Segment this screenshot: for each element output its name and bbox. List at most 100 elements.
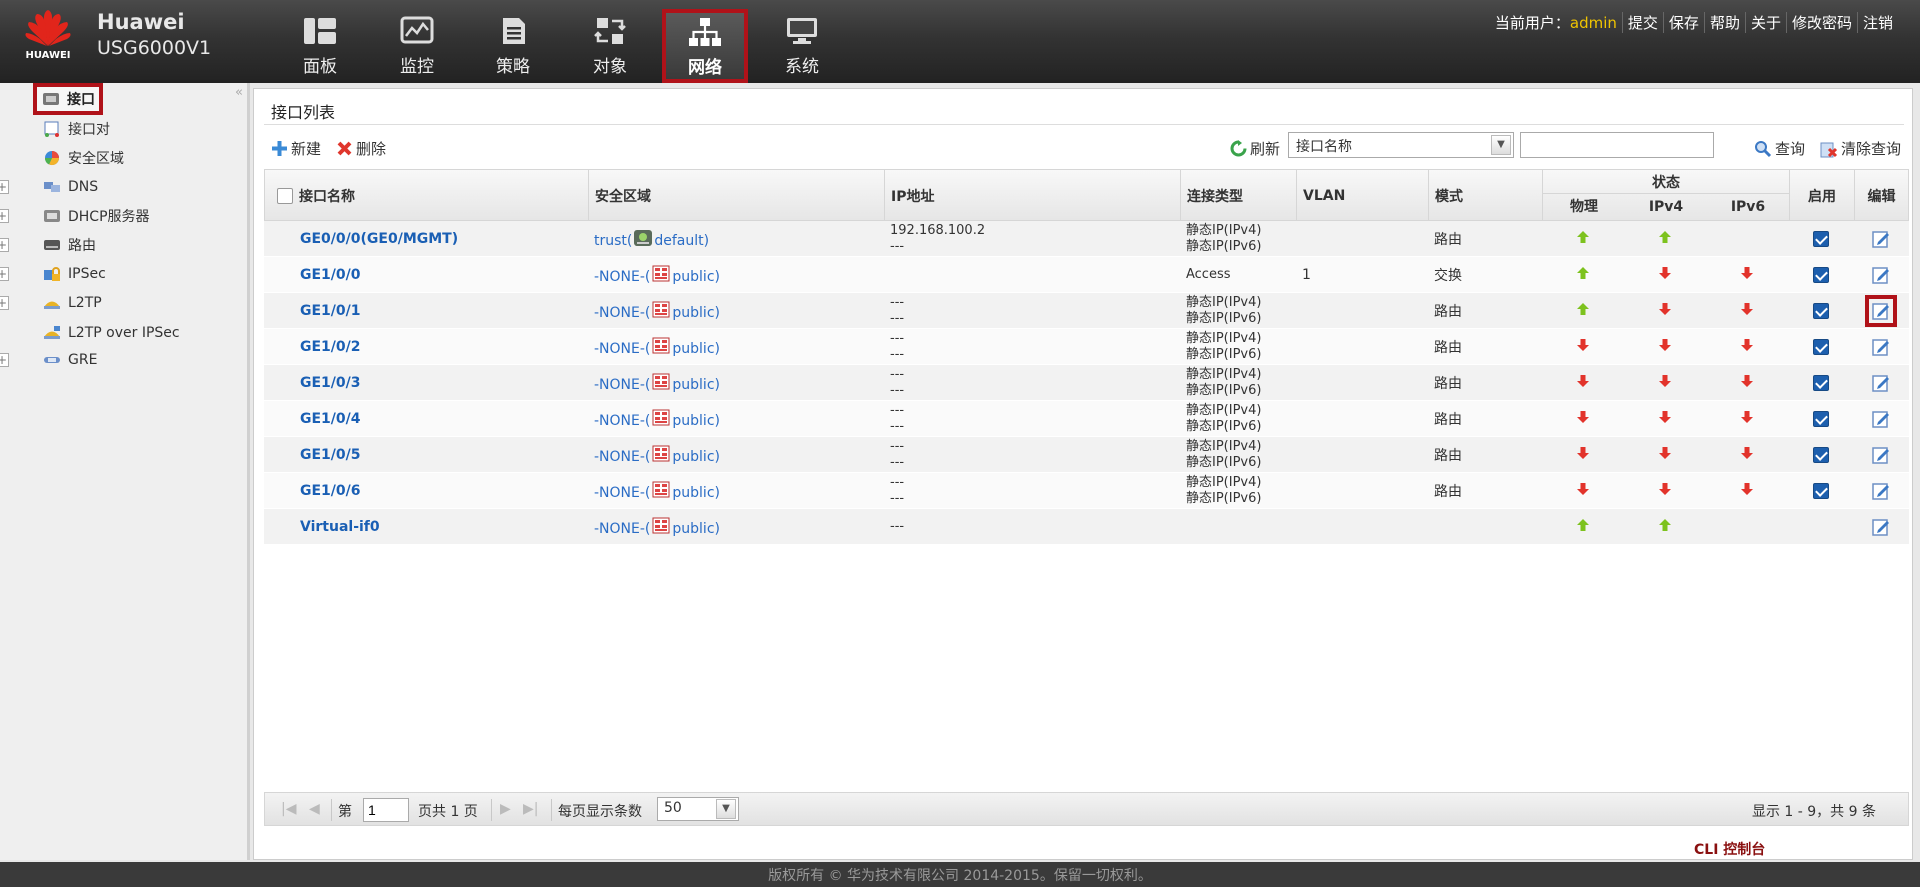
col-header-zone[interactable]: 安全区域: [589, 170, 885, 222]
table-row[interactable]: GE1/0/4 -NONE-(public) --- --- 静态IP(IPv4) 静态I…: [264, 401, 1909, 437]
enable-checkbox[interactable]: [1813, 483, 1829, 499]
expand-icon[interactable]: +: [0, 296, 9, 310]
commit-link[interactable]: 提交: [1621, 12, 1663, 33]
edit-icon[interactable]: [1871, 409, 1891, 429]
refresh-button-label: 刷新: [1250, 140, 1281, 158]
zone-link[interactable]: -NONE-(public): [594, 301, 720, 321]
expand-icon[interactable]: +: [0, 180, 9, 194]
edit-icon[interactable]: [1871, 373, 1891, 393]
table-row[interactable]: GE1/0/6 -NONE-(public) --- --- 静态IP(IPv4) 静态I…: [264, 473, 1909, 509]
collapse-sidebar-button[interactable]: «: [235, 85, 243, 100]
interface-name-link[interactable]: GE1/0/3: [300, 375, 361, 391]
cli-console-link[interactable]: CLI 控制台: [1694, 839, 1765, 859]
col-header-vlan[interactable]: VLAN: [1297, 170, 1429, 222]
enable-checkbox[interactable]: [1813, 339, 1829, 355]
delete-button-label: 删除: [356, 140, 387, 158]
nav-network[interactable]: 网络: [662, 9, 748, 83]
zone-link[interactable]: -NONE-(public): [594, 481, 720, 501]
enable-checkbox[interactable]: [1813, 447, 1829, 463]
sidebar-item-dns[interactable]: + DNS: [0, 175, 98, 199]
table-row[interactable]: GE1/0/0 -NONE-(public) Access 1 交换: [264, 257, 1909, 293]
enable-checkbox[interactable]: [1813, 267, 1829, 283]
table-row[interactable]: GE1/0/2 -NONE-(public) --- --- 静态IP(IPv4) 静态I…: [264, 329, 1909, 365]
zone-link[interactable]: -NONE-(public): [594, 517, 720, 537]
sidebar-item-l2tp[interactable]: + L2TP: [0, 291, 102, 315]
last-page-button[interactable]: ▶|: [523, 801, 538, 817]
interface-name-link[interactable]: GE1/0/2: [300, 339, 361, 355]
cell-zone: -NONE-(public): [588, 401, 884, 437]
edit-icon[interactable]: [1871, 229, 1891, 249]
enable-checkbox[interactable]: [1813, 231, 1829, 247]
zone-link[interactable]: -NONE-(public): [594, 337, 720, 357]
sidebar-item-interface-pair[interactable]: 接口对: [43, 117, 110, 141]
nav-object[interactable]: 对象: [570, 12, 650, 80]
enable-checkbox[interactable]: [1813, 411, 1829, 427]
page-number-input[interactable]: [363, 798, 409, 822]
nav-monitor[interactable]: 监控: [377, 12, 457, 80]
sidebar-item-label: 接口对: [68, 122, 110, 138]
enable-checkbox[interactable]: [1813, 303, 1829, 319]
edit-icon[interactable]: [1871, 445, 1891, 465]
table-row[interactable]: GE1/0/1 -NONE-(public) --- --- 静态IP(IPv4) 静态I…: [264, 293, 1909, 329]
select-all-checkbox[interactable]: [277, 188, 293, 204]
sidebar-item-dhcp[interactable]: + DHCP服务器: [0, 204, 150, 228]
interface-name-link[interactable]: GE0/0/0(GE0/MGMT): [300, 231, 458, 247]
interface-name-link[interactable]: GE1/0/6: [300, 483, 361, 499]
sidebar-item-security-zone[interactable]: 安全区域: [43, 146, 124, 170]
new-button[interactable]: 新建: [271, 138, 321, 159]
ipv4-address: ---: [890, 519, 905, 534]
edit-icon[interactable]: [1871, 481, 1891, 501]
about-link[interactable]: 关于: [1744, 12, 1786, 33]
expand-icon[interactable]: +: [0, 209, 9, 223]
expand-icon[interactable]: +: [0, 267, 9, 281]
interface-name-link[interactable]: GE1/0/4: [300, 411, 361, 427]
expand-icon[interactable]: +: [0, 238, 9, 252]
next-page-button[interactable]: ▶: [500, 801, 511, 817]
edit-icon[interactable]: [1864, 295, 1897, 327]
col-header-ip[interactable]: IP地址: [885, 170, 1181, 222]
first-page-button[interactable]: |◀: [281, 801, 296, 817]
sidebar-item-interface[interactable]: 接口: [33, 83, 103, 115]
refresh-button[interactable]: 刷新: [1230, 138, 1280, 159]
save-link[interactable]: 保存: [1662, 12, 1704, 33]
zone-link[interactable]: -NONE-(public): [594, 265, 720, 285]
sidebar-item-l2tp-over-ipsec[interactable]: L2TP over IPSec: [43, 321, 180, 345]
enable-checkbox[interactable]: [1813, 375, 1829, 391]
search-input[interactable]: [1520, 132, 1714, 158]
change-password-link[interactable]: 修改密码: [1785, 12, 1857, 33]
delete-button[interactable]: 删除: [336, 138, 386, 159]
table-row[interactable]: GE1/0/5 -NONE-(public) --- --- 静态IP(IPv4) 静态I…: [264, 437, 1909, 473]
expand-icon[interactable]: +: [0, 353, 9, 367]
table-row[interactable]: Virtual-if0 -NONE-(public) ---: [264, 509, 1909, 545]
zone-link[interactable]: -NONE-(public): [594, 445, 720, 465]
interface-name-link[interactable]: Virtual-if0: [300, 519, 380, 535]
nav-system[interactable]: 系统: [762, 12, 842, 80]
interface-name-link[interactable]: GE1/0/5: [300, 447, 361, 463]
zone-link[interactable]: trust(default): [594, 229, 709, 249]
sidebar-item-route[interactable]: + 路由: [0, 233, 96, 257]
edit-icon[interactable]: [1871, 337, 1891, 357]
clear-query-button[interactable]: 清除查询: [1819, 138, 1901, 159]
interface-name-link[interactable]: GE1/0/0: [300, 267, 361, 283]
sidebar-item-gre[interactable]: + GRE: [0, 348, 97, 372]
zone-link[interactable]: -NONE-(public): [594, 373, 720, 393]
interface-pair-icon: [44, 121, 59, 137]
sidebar-item-ipsec[interactable]: + IPSec: [0, 262, 106, 286]
interface-name-link[interactable]: GE1/0/1: [300, 303, 361, 319]
nav-dashboard[interactable]: 面板: [280, 12, 360, 80]
nav-policy[interactable]: 策略: [473, 12, 553, 80]
zone-link[interactable]: -NONE-(public): [594, 409, 720, 429]
table-row[interactable]: GE1/0/3 -NONE-(public) --- --- 静态IP(IPv4) 静态I…: [264, 365, 1909, 401]
prev-page-button[interactable]: ◀: [309, 801, 320, 817]
logout-link[interactable]: 注销: [1856, 12, 1898, 33]
per-page-select[interactable]: 50 ▼: [657, 797, 739, 821]
col-header-conn-type[interactable]: 连接类型: [1181, 170, 1297, 222]
query-button[interactable]: 查询: [1754, 138, 1805, 159]
filter-field-select[interactable]: 接口名称 ▼: [1288, 132, 1514, 158]
edit-icon[interactable]: [1871, 517, 1891, 537]
help-link[interactable]: 帮助: [1703, 12, 1745, 33]
ipv6-address: ---: [890, 491, 905, 506]
edit-icon[interactable]: [1871, 265, 1891, 285]
col-header-mode[interactable]: 模式: [1429, 170, 1543, 222]
table-row[interactable]: GE0/0/0(GE0/MGMT) trust(default) 192.168.1…: [264, 221, 1909, 257]
